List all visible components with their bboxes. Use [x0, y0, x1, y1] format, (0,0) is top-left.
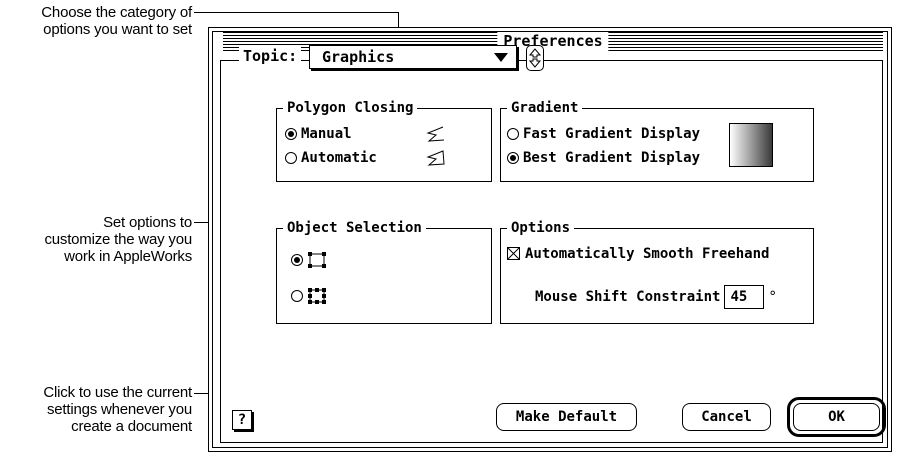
checkbox-checked-icon [507, 247, 520, 260]
callout-options: Set options to customize the way you wor… [44, 214, 192, 265]
radio-unselected-icon [507, 128, 519, 140]
stepper-arrows-icon [528, 48, 542, 68]
eight-handles-radio[interactable] [291, 287, 327, 305]
polygon-closing-label: Polygon Closing [283, 99, 418, 117]
radio-selected-icon [285, 128, 297, 140]
object-selection-label: Object Selection [283, 219, 426, 237]
topic-stepper[interactable] [526, 45, 544, 71]
cancel-button[interactable]: Cancel [682, 403, 771, 431]
options-label: Options [507, 219, 575, 237]
callout-default: Click to use the current settings whenev… [43, 384, 192, 435]
four-handles-icon [308, 252, 326, 268]
mouse-shift-input[interactable]: 45 [724, 285, 765, 309]
gradient-preview-icon [729, 123, 773, 167]
ok-button[interactable]: OK [793, 403, 880, 431]
help-button[interactable]: ? [232, 410, 252, 430]
gradient-label: Gradient [507, 99, 583, 117]
chevron-down-icon [494, 53, 508, 62]
topic-label: Topic: [243, 47, 298, 65]
radio-unselected-icon [291, 290, 303, 302]
make-default-button[interactable]: Make Default [496, 403, 637, 431]
open-polygon-icon [426, 126, 445, 142]
radio-selected-icon [291, 254, 303, 266]
object-selection-group: Object Selection [276, 219, 492, 324]
callout-topic: Choose the category of options you want … [41, 4, 192, 38]
four-handles-radio[interactable] [291, 251, 327, 269]
polygon-manual-radio[interactable]: Manual [285, 125, 352, 143]
topic-panel: Topic: Graphics Polygon Closing Manual A… [220, 45, 883, 443]
fast-gradient-radio[interactable]: Fast Gradient Display [507, 125, 700, 143]
best-gradient-radio[interactable]: Best Gradient Display [507, 149, 700, 167]
degree-symbol: ° [768, 289, 777, 305]
mouse-shift-row: Mouse Shift Constraint 45 ° [535, 285, 777, 309]
preferences-window: Preferences Topic: Graphics Polygon Clos… [208, 27, 892, 452]
mouse-shift-label: Mouse Shift Constraint [535, 289, 721, 305]
smooth-freehand-checkbox[interactable]: Automatically Smooth Freehand [507, 245, 769, 263]
callout-topic-line [194, 12, 398, 13]
radio-selected-icon [507, 152, 519, 164]
eight-handles-icon [308, 288, 326, 304]
radio-unselected-icon [285, 152, 297, 164]
topic-popup[interactable]: Graphics [309, 45, 517, 69]
polygon-closing-group: Polygon Closing Manual Automatic [276, 99, 492, 182]
topic-value: Graphics [322, 48, 395, 66]
closed-polygon-icon [426, 150, 445, 166]
gradient-group: Gradient Fast Gradient Display Best Grad… [500, 99, 814, 182]
polygon-automatic-radio[interactable]: Automatic [285, 149, 377, 167]
topic-row: Topic: [239, 47, 302, 65]
options-group: Options Automatically Smooth Freehand Mo… [500, 219, 814, 324]
